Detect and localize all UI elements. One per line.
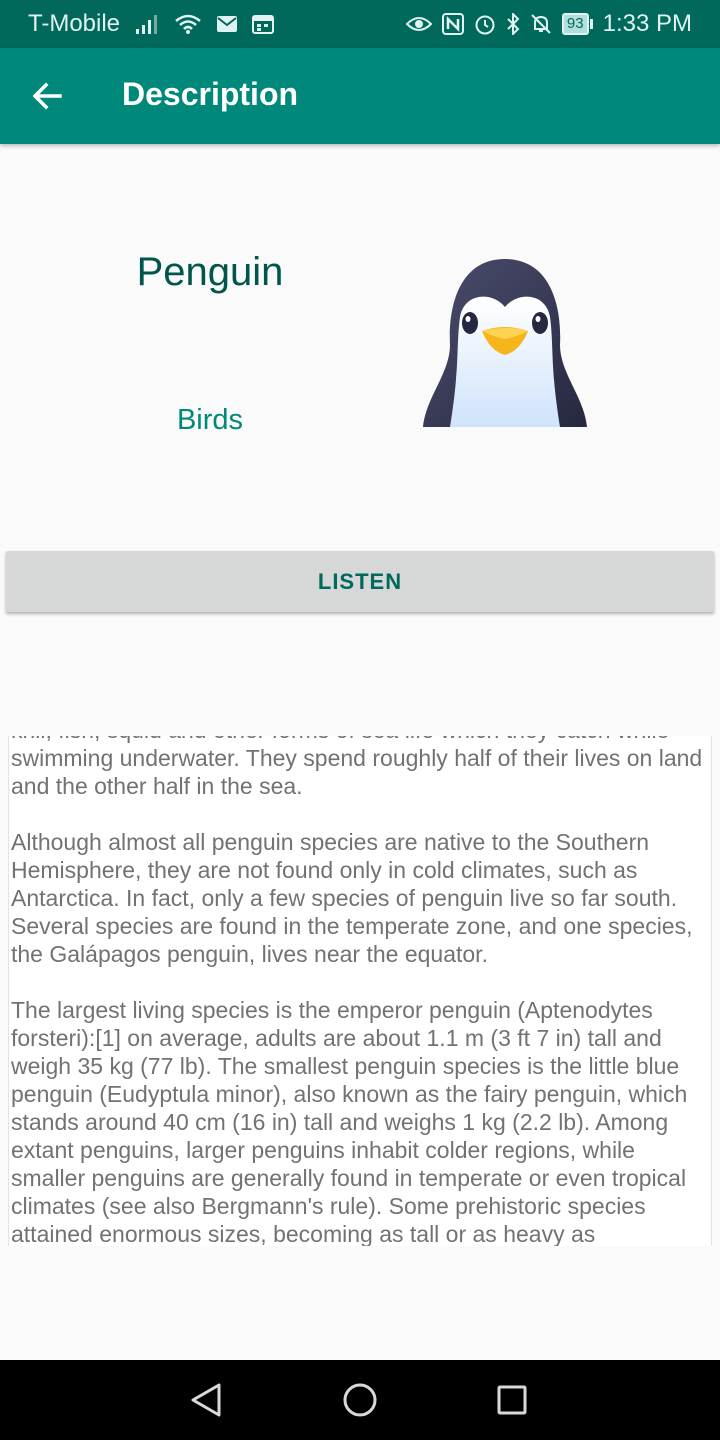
animal-category: Birds <box>176 404 244 436</box>
back-arrow-icon <box>32 82 62 110</box>
system-nav-bar <box>0 1360 720 1440</box>
back-button[interactable] <box>22 72 72 120</box>
app-bar: Description <box>0 48 720 144</box>
carrier-label: T-Mobile <box>28 10 121 37</box>
home-circle-icon <box>343 1383 377 1417</box>
nav-home-button[interactable] <box>338 1378 382 1422</box>
wifi-icon <box>174 10 202 38</box>
battery-icon: 93 <box>561 13 593 35</box>
mail-icon <box>216 10 238 38</box>
status-bar-left: T-Mobile <box>28 10 275 38</box>
description-paragraph: krill, fish, squid and other forms of se… <box>11 736 703 799</box>
nav-back-button[interactable] <box>184 1378 228 1422</box>
clock-label: 1:33 PM <box>602 10 692 37</box>
eye-icon <box>405 10 432 38</box>
nfc-icon <box>441 10 464 38</box>
back-triangle-icon <box>191 1383 221 1417</box>
recents-square-icon <box>497 1385 527 1415</box>
bluetooth-icon <box>506 10 520 38</box>
calendar-icon <box>252 10 275 38</box>
animal-name: Penguin <box>136 250 284 294</box>
description-text: krill, fish, squid and other forms of se… <box>11 736 703 1246</box>
signal-icon <box>134 10 160 38</box>
description-paragraph: Although almost all penguin species are … <box>11 829 693 967</box>
description-scroll-view[interactable]: krill, fish, squid and other forms of se… <box>8 736 712 1246</box>
description-paragraph: The largest living species is the empero… <box>11 997 688 1246</box>
penguin-icon <box>423 259 587 427</box>
mute-icon <box>530 10 552 38</box>
listen-button[interactable]: LISTEN <box>6 551 714 612</box>
status-bar-right: 93 1:33 PM <box>405 10 692 38</box>
page-title: Description <box>122 76 299 112</box>
nav-recents-button[interactable] <box>490 1378 534 1422</box>
status-bar: T-Mobile 93 1:33 PM <box>0 0 720 48</box>
battery-level: 93 <box>561 13 589 35</box>
alarm-icon <box>474 10 496 38</box>
